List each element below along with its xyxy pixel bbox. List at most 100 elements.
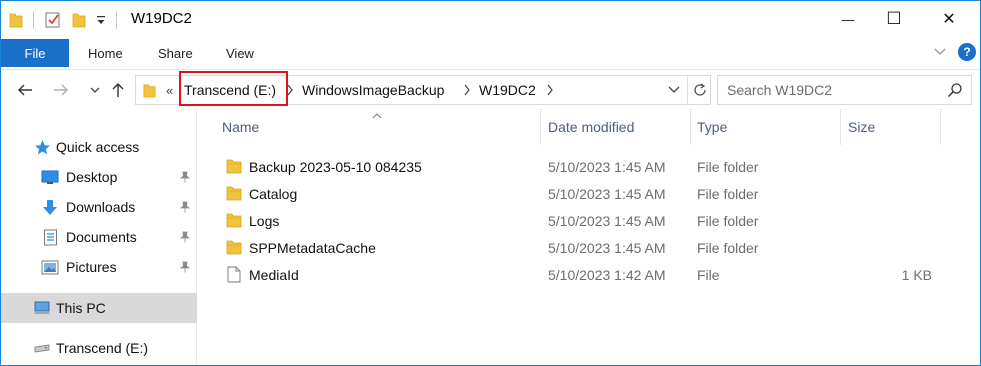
ribbon-tabs: File Home Share View ?: [1, 39, 980, 67]
up-button[interactable]: [108, 80, 128, 100]
file-size: 1 KB: [901, 266, 932, 283]
sidebar-item-desktop[interactable]: Desktop: [1, 162, 197, 192]
folder-small-icon: [143, 84, 156, 98]
expand-ribbon-button[interactable]: [932, 43, 948, 61]
file-type: File folder: [697, 158, 759, 175]
sidebar-item-documents[interactable]: Documents: [1, 222, 197, 252]
title-bar: W19DC2 — ☐ ✕: [1, 1, 980, 39]
forward-button[interactable]: [51, 80, 71, 100]
help-button[interactable]: ?: [958, 43, 976, 61]
sidebar-item-downloads[interactable]: Downloads: [1, 192, 197, 222]
tab-share[interactable]: Share: [158, 39, 193, 67]
column-divider[interactable]: [540, 109, 541, 145]
file-name: Catalog: [249, 185, 298, 202]
table-row[interactable]: Logs 5/10/2023 1:45 AM File folder: [198, 207, 980, 234]
new-folder-icon[interactable]: [72, 12, 86, 28]
back-button[interactable]: [15, 80, 35, 100]
pin-icon[interactable]: [179, 230, 191, 244]
folder-icon: [226, 159, 242, 174]
sidebar-item-label: Pictures: [66, 259, 117, 275]
chevron-down-icon: [934, 48, 946, 55]
file-type: File folder: [697, 212, 759, 229]
file-size: [848, 180, 932, 207]
file-type: File: [697, 266, 720, 283]
overflow-icon[interactable]: «: [166, 76, 173, 104]
folder-icon: [226, 213, 242, 228]
table-row[interactable]: MediaId 5/10/2023 1:42 AM File 1 KB: [198, 261, 980, 288]
computer-icon: [33, 299, 51, 317]
window-title: W19DC2: [131, 10, 192, 27]
file-size: [848, 234, 932, 261]
pin-icon[interactable]: [179, 260, 191, 274]
column-divider[interactable]: [840, 109, 841, 145]
table-row[interactable]: Catalog 5/10/2023 1:45 AM File folder: [198, 180, 980, 207]
sidebar-item-label: Quick access: [56, 139, 140, 155]
column-divider[interactable]: [940, 109, 941, 145]
pin-icon[interactable]: [179, 170, 191, 184]
qat-separator: [33, 11, 34, 29]
file-type: File folder: [697, 185, 759, 202]
qat-separator: [116, 11, 117, 29]
file-date-modified: 5/10/2023 1:45 AM: [548, 185, 666, 202]
pin-icon[interactable]: [179, 200, 191, 214]
navigation-bar: « Transcend (E:) WindowsImageBackup W19D…: [1, 69, 980, 109]
folder-icon: [226, 186, 242, 201]
sidebar-item-quick-access[interactable]: Quick access: [1, 132, 197, 162]
file-name: Backup 2023-05-10 084235: [249, 158, 422, 175]
sidebar-item-transcend[interactable]: Transcend (E:): [1, 333, 197, 363]
search-input[interactable]: Search W19DC2: [717, 75, 972, 105]
column-header-date-modified[interactable]: Date modified: [548, 109, 634, 145]
close-button[interactable]: ✕: [926, 1, 972, 37]
desktop-icon: [41, 168, 59, 186]
file-name: Logs: [249, 212, 280, 229]
recent-locations-button[interactable]: [85, 80, 105, 100]
folder-icon: [226, 240, 242, 255]
file-date-modified: 5/10/2023 1:45 AM: [548, 158, 666, 175]
back-arrow-icon: [18, 84, 32, 96]
customize-toolbar-icon[interactable]: [96, 14, 106, 26]
file-list: Name Date modified Type Size Backup 2023…: [198, 109, 980, 365]
file-explorer-window: W19DC2 — ☐ ✕ File Home Share View ? « Tr…: [0, 0, 981, 366]
sidebar-item-label: Desktop: [66, 169, 118, 185]
breadcrumb-windowsimagebackup[interactable]: WindowsImageBackup: [302, 76, 444, 104]
forward-arrow-icon: [54, 84, 68, 96]
sort-ascending-icon: [372, 111, 382, 121]
refresh-button[interactable]: [687, 76, 708, 104]
column-header-size[interactable]: Size: [848, 109, 875, 145]
tab-file[interactable]: File: [1, 39, 69, 67]
file-date-modified: 5/10/2023 1:45 AM: [548, 212, 666, 229]
sidebar-item-label: Downloads: [66, 199, 136, 215]
search-icon: [947, 83, 962, 98]
file-date-modified: 5/10/2023 1:42 AM: [548, 266, 666, 283]
maximize-button[interactable]: ☐: [871, 1, 917, 37]
properties-icon[interactable]: [44, 11, 62, 29]
navigation-pane: Quick access Desktop Downloads Documents…: [1, 109, 197, 365]
close-icon: ✕: [942, 11, 956, 28]
sidebar-item-label: Documents: [66, 229, 137, 245]
breadcrumb-chevron[interactable]: [546, 76, 554, 104]
up-arrow-icon: [112, 83, 124, 97]
breadcrumb-chevron[interactable]: [463, 76, 471, 104]
download-icon: [41, 198, 59, 216]
table-row[interactable]: Backup 2023-05-10 084235 5/10/2023 1:45 A…: [198, 153, 980, 180]
breadcrumb-w19dc2[interactable]: W19DC2: [479, 76, 536, 104]
address-history-button[interactable]: [668, 76, 680, 104]
chevron-down-icon: [90, 87, 100, 93]
sidebar-item-this-pc[interactable]: This PC: [1, 293, 197, 323]
tab-view[interactable]: View: [226, 39, 254, 67]
file-size: [848, 153, 932, 180]
file-type: File folder: [697, 239, 759, 256]
file-date-modified: 5/10/2023 1:45 AM: [548, 239, 666, 256]
column-header-name[interactable]: Name: [222, 109, 259, 145]
file-size: [848, 207, 932, 234]
table-row[interactable]: SPPMetadataCache 5/10/2023 1:45 AM File fo…: [198, 234, 980, 261]
drive-icon: [33, 339, 51, 357]
sidebar-item-label: Transcend (E:): [56, 340, 149, 356]
minimize-button[interactable]: —: [825, 1, 871, 37]
column-divider[interactable]: [690, 109, 691, 145]
chevron-down-icon: [668, 86, 680, 93]
column-header-type[interactable]: Type: [697, 109, 727, 145]
tab-home[interactable]: Home: [88, 39, 123, 67]
chevron-right-icon: [464, 84, 470, 96]
sidebar-item-pictures[interactable]: Pictures: [1, 252, 197, 282]
